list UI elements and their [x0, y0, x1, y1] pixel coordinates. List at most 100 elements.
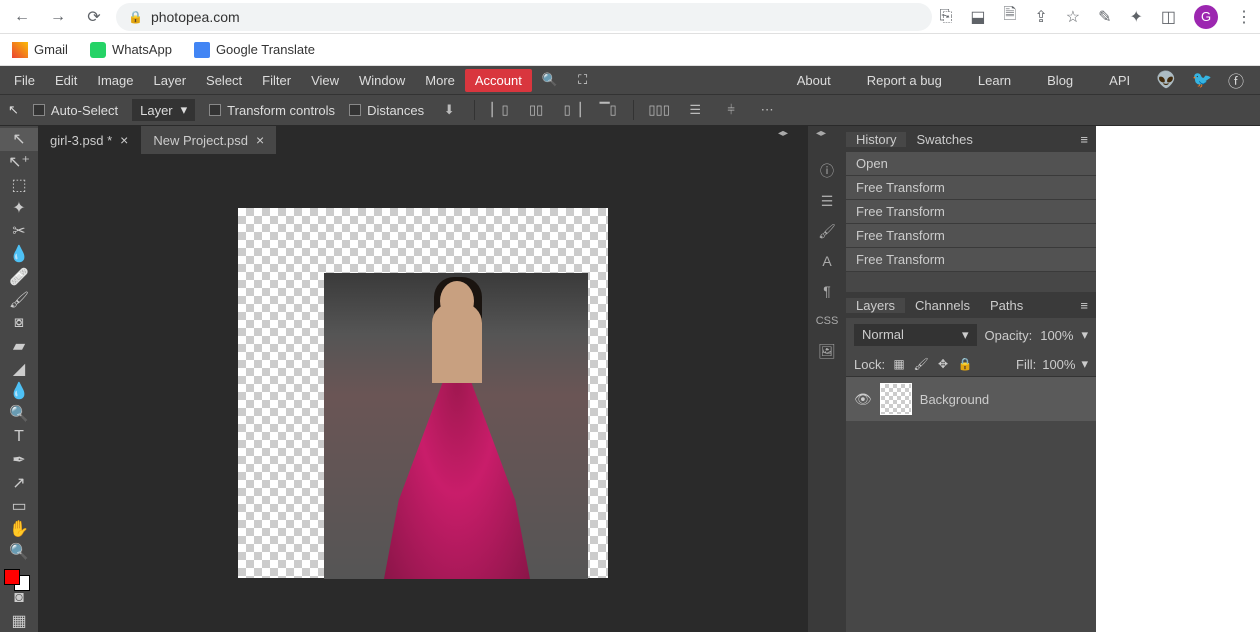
tool-brush[interactable]: 🖌 — [0, 288, 38, 311]
menu-view[interactable]: View — [301, 69, 349, 92]
paragraph-panel-icon[interactable]: ¶ — [808, 276, 846, 306]
history-item[interactable]: Free Transform — [846, 176, 1096, 200]
canvas-viewport[interactable] — [38, 154, 808, 632]
close-icon[interactable]: × — [256, 132, 264, 148]
fill-value[interactable]: 100% — [1042, 357, 1075, 372]
tool-move[interactable]: ↖ — [0, 128, 38, 151]
tool-gradient[interactable]: ◢ — [0, 357, 38, 380]
link-api[interactable]: API — [1099, 69, 1140, 92]
twitter-icon[interactable]: 🐦 — [1192, 70, 1212, 90]
menu-edit[interactable]: Edit — [45, 69, 87, 92]
image-layer[interactable] — [324, 273, 588, 579]
history-item[interactable]: Free Transform — [846, 248, 1096, 272]
menu-kebab-icon[interactable]: ⋮ — [1236, 7, 1252, 27]
brush-panel-icon[interactable]: 🖌 — [808, 216, 846, 246]
link-report[interactable]: Report a bug — [857, 69, 952, 92]
share-icon[interactable]: ⇪ — [1034, 7, 1047, 27]
tool-crop[interactable]: ✂ — [0, 220, 38, 243]
download-icon[interactable]: ⬇ — [438, 99, 460, 121]
tab-newproject[interactable]: New Project.psd× — [141, 126, 277, 154]
close-icon[interactable]: × — [120, 132, 128, 148]
layer-thumbnail[interactable] — [880, 383, 912, 415]
align-top-icon[interactable]: ▔▯ — [597, 99, 619, 121]
transform-controls-checkbox[interactable]: Transform controls — [209, 103, 335, 118]
tool-type[interactable]: T — [0, 426, 38, 449]
menu-more[interactable]: More — [415, 69, 465, 92]
menu-image[interactable]: Image — [87, 69, 143, 92]
fullscreen-icon[interactable]: ⛶ — [568, 68, 597, 92]
adjustments-panel-icon[interactable]: ☰ — [808, 186, 846, 216]
opacity-value[interactable]: 100% — [1040, 328, 1073, 343]
download-icon[interactable]: ⬓ — [970, 7, 985, 27]
search-icon[interactable]: 🔍 — [532, 68, 568, 92]
history-item[interactable]: Free Transform — [846, 200, 1096, 224]
history-item[interactable]: Free Transform — [846, 224, 1096, 248]
tool-screen-mode[interactable]: ▦ — [0, 609, 38, 632]
profile-avatar[interactable]: G — [1194, 5, 1218, 29]
lock-position-icon[interactable]: ✥ — [935, 356, 951, 372]
layer-name[interactable]: Background — [920, 392, 989, 407]
expand-handle-icon[interactable]: ◂▸ — [778, 128, 788, 139]
tool-pen[interactable]: ✒ — [0, 449, 38, 472]
menu-window[interactable]: Window — [349, 69, 415, 92]
menu-file[interactable]: File — [4, 69, 45, 92]
bookmark-star-icon[interactable]: ☆ — [1066, 7, 1080, 27]
menu-layer[interactable]: Layer — [144, 69, 197, 92]
sidepanel-icon[interactable]: ◫ — [1161, 7, 1176, 27]
panel-menu-icon[interactable]: ≡ — [1072, 298, 1096, 313]
character-panel-icon[interactable]: A — [808, 246, 846, 276]
account-button[interactable]: Account — [465, 69, 532, 92]
align-left-icon[interactable]: ▏▯ — [489, 99, 511, 121]
tab-swatches[interactable]: Swatches — [906, 132, 982, 147]
tool-artboard[interactable]: ↖⁺ — [0, 151, 38, 174]
blend-mode-dropdown[interactable]: Normal▾ — [854, 324, 977, 346]
facebook-icon[interactable]: ⓕ — [1228, 68, 1244, 92]
tool-eraser[interactable]: ▰ — [0, 334, 38, 357]
reddit-icon[interactable]: 👽 — [1156, 70, 1176, 90]
link-blog[interactable]: Blog — [1037, 69, 1083, 92]
back-button[interactable]: ← — [8, 3, 36, 31]
url-bar[interactable]: 🔒 photopea.com — [116, 3, 932, 31]
extensions-icon[interactable]: ✦ — [1129, 7, 1142, 27]
expand-handle-icon[interactable]: ◂▸ — [816, 128, 826, 139]
tool-marquee[interactable]: ⬚ — [0, 174, 38, 197]
align-center-h-icon[interactable]: ▯▯ — [525, 99, 547, 121]
layer-group-dropdown[interactable]: Layer▾ — [132, 99, 195, 121]
distribute-h-icon[interactable]: ▯▯▯ — [648, 99, 670, 121]
tab-history[interactable]: History — [846, 132, 906, 147]
eyedropper-ext-icon[interactable]: ✎ — [1098, 7, 1111, 27]
tab-girl3[interactable]: girl-3.psd *× — [38, 126, 141, 154]
tool-stamp[interactable]: ⧇ — [0, 311, 38, 334]
distribute-v-icon[interactable]: ☰ — [684, 99, 706, 121]
distances-checkbox[interactable]: Distances — [349, 103, 424, 118]
css-panel-icon[interactable]: CSS — [808, 306, 846, 336]
canvas[interactable] — [238, 208, 608, 578]
lock-all-icon[interactable]: 🔒 — [957, 356, 973, 372]
bookmark-translate[interactable]: Google Translate — [194, 42, 315, 58]
color-swatches[interactable] — [0, 567, 36, 586]
tool-path[interactable]: ↗ — [0, 472, 38, 495]
visibility-icon[interactable]: 👁 — [854, 391, 872, 408]
bookmark-whatsapp[interactable]: WhatsApp — [90, 42, 172, 58]
link-about[interactable]: About — [787, 69, 841, 92]
more-options-icon[interactable]: ⋯ — [756, 99, 778, 121]
image-panel-icon[interactable]: 🖼 — [808, 336, 846, 366]
tool-wand[interactable]: ✦ — [0, 197, 38, 220]
lock-brush-icon[interactable]: 🖌 — [913, 356, 929, 372]
opacity-dropdown-icon[interactable]: ▾ — [1081, 327, 1088, 343]
bookmark-gmail[interactable]: Gmail — [12, 42, 68, 58]
tool-dodge[interactable]: 🔍 — [0, 403, 38, 426]
history-item[interactable]: Open — [846, 152, 1096, 176]
info-panel-icon[interactable]: ⓘ — [808, 156, 846, 186]
align-right-icon[interactable]: ▯▕ — [561, 99, 583, 121]
layer-background[interactable]: 👁 Background — [846, 377, 1096, 421]
tool-blur[interactable]: 💧 — [0, 380, 38, 403]
tab-layers[interactable]: Layers — [846, 298, 905, 313]
reload-button[interactable]: ⟳ — [80, 3, 108, 31]
tab-paths[interactable]: Paths — [980, 298, 1033, 313]
link-learn[interactable]: Learn — [968, 69, 1021, 92]
lock-pixels-icon[interactable]: ▦ — [891, 356, 907, 372]
doc-icon[interactable]: 🗎 — [1003, 3, 1016, 30]
tool-heal[interactable]: 🩹 — [0, 265, 38, 288]
tool-zoom[interactable]: 🔍 — [0, 540, 38, 563]
